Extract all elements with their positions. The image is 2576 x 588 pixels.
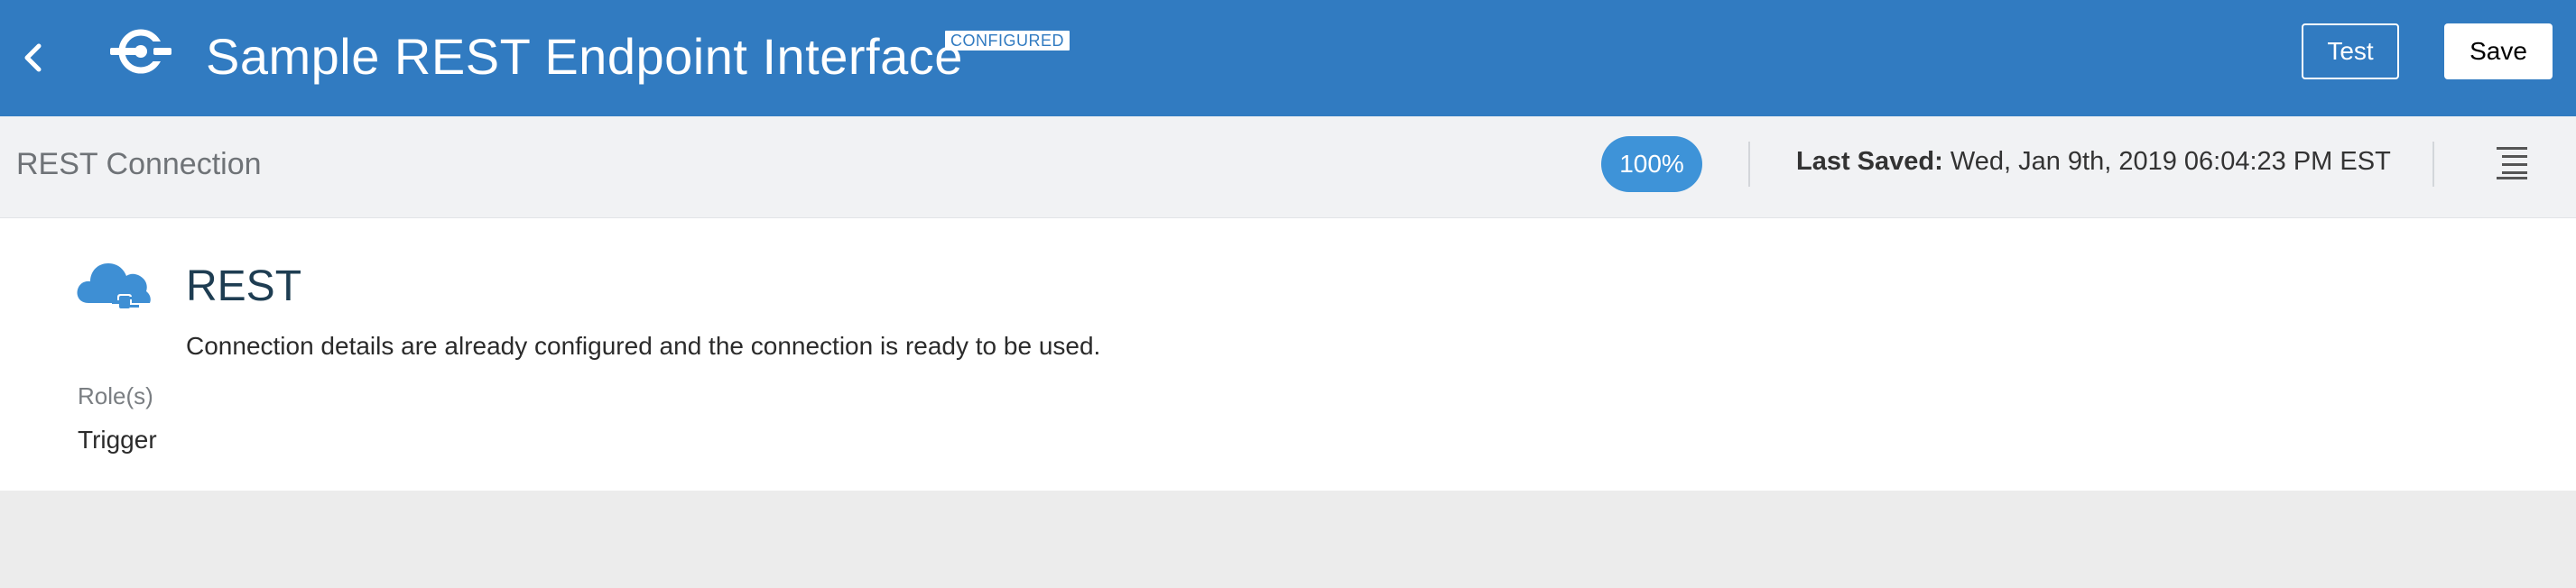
last-saved-value: Wed, Jan 9th, 2019 06:04:23 PM EST — [1950, 147, 2391, 176]
save-button[interactable]: Save — [2444, 23, 2553, 79]
list-menu-icon[interactable] — [2497, 145, 2527, 179]
cloud-plug-icon — [77, 263, 151, 310]
app-header: Sample REST Endpoint Interface CONFIGURE… — [0, 0, 2576, 116]
connection-details-panel: REST Connection details are already conf… — [0, 218, 2576, 491]
page-title: Sample REST Endpoint Interface — [206, 28, 963, 85]
last-saved-info: Last Saved: Wed, Jan 9th, 2019 06:04:23 … — [1796, 147, 2391, 177]
roles-label: Role(s) — [78, 382, 153, 409]
progress-badge: 100% — [1601, 136, 1702, 192]
connection-description: Connection details are already configure… — [186, 332, 1101, 360]
chevron-left-icon — [24, 43, 42, 72]
connection-logo-icon — [110, 29, 171, 74]
section-title: REST Connection — [16, 147, 262, 181]
divider — [1748, 142, 1750, 187]
test-button[interactable]: Test — [2302, 23, 2399, 79]
status-badge: CONFIGURED — [945, 31, 1070, 51]
roles-value: Trigger — [78, 426, 157, 454]
connection-type-heading: REST — [186, 262, 302, 310]
divider — [2432, 142, 2434, 187]
back-button[interactable] — [16, 38, 49, 78]
last-saved-label: Last Saved: — [1796, 147, 1943, 176]
status-bar: REST Connection 100% Last Saved: Wed, Ja… — [0, 116, 2576, 218]
